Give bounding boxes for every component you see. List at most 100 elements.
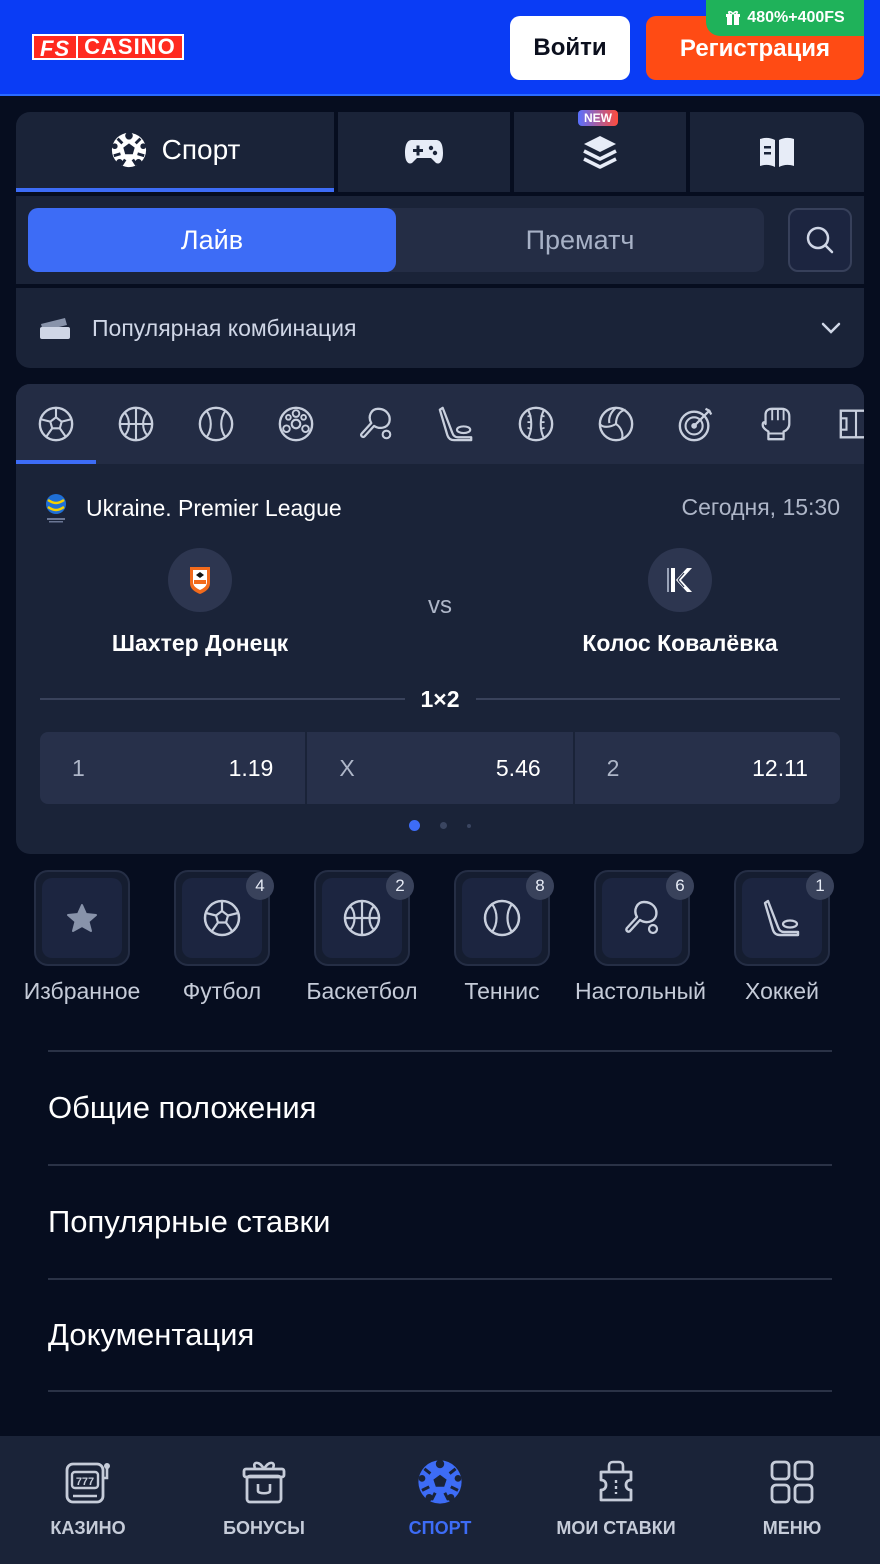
sport-tab-football[interactable] (16, 384, 96, 464)
category-favorites[interactable]: Избранное (12, 870, 152, 1005)
nav-bonuses[interactable]: БОНУСЫ (176, 1436, 352, 1564)
sport-tab-hockey[interactable] (416, 384, 496, 464)
football-icon (418, 1459, 462, 1504)
category-icon-box: 1 (734, 870, 834, 966)
star-icon (67, 904, 97, 932)
volleyball-icon (598, 406, 634, 442)
football-icon (38, 406, 74, 442)
table-tennis-icon (625, 900, 659, 935)
footer-link-documentation[interactable]: Документация (48, 1278, 832, 1392)
table-tennis-icon (360, 407, 392, 440)
tab-new[interactable]: NEW (514, 110, 686, 192)
category-table-tennis[interactable]: 6 Настольный теннис (572, 870, 712, 1005)
tab-games[interactable] (338, 112, 510, 192)
gamepad-icon (405, 140, 443, 164)
market-header: 1×2 (40, 684, 841, 714)
odd-key: 1 (72, 754, 85, 781)
nav-sport[interactable]: СПОРТ (352, 1436, 528, 1564)
nav-my-bets[interactable]: МОИ СТАВКИ (528, 1436, 704, 1564)
login-button[interactable]: Войти (510, 16, 630, 80)
category-hockey[interactable]: 1 Хоккей (712, 870, 852, 1005)
pagination-dot[interactable] (440, 822, 447, 829)
football-icon (203, 899, 241, 937)
chevron-down-icon[interactable] (820, 321, 842, 335)
footer-link-popular-bets[interactable]: Популярные ставки (48, 1164, 832, 1278)
category-icon-box: 8 (454, 870, 554, 966)
pagination-dot[interactable] (467, 823, 471, 828)
market-label: 1×2 (420, 685, 460, 712)
pagination-dot-active[interactable] (409, 820, 420, 831)
futsal-icon (278, 406, 314, 442)
league-logo-icon (46, 494, 66, 523)
hockey-icon (763, 899, 800, 937)
category-count-badge: 2 (386, 872, 414, 900)
baseball-icon (518, 406, 554, 442)
boxing-glove-icon (761, 407, 791, 441)
category-tennis[interactable]: 8 Теннис (432, 870, 572, 1005)
tennis-icon (483, 899, 521, 937)
nav-casino-label: КАЗИНО (50, 1518, 126, 1538)
sport-tab-futsal[interactable] (256, 384, 336, 464)
bonus-badge-text: 480%+400FS (747, 9, 845, 26)
sport-tab-field[interactable] (816, 384, 864, 464)
new-badge: NEW (578, 110, 618, 126)
fs-casino-logo[interactable]: FS CASINO (32, 34, 184, 61)
darts-icon (678, 407, 713, 442)
sport-categories: Избранное 4 Футбол 2 Баскетбол 8 Теннис … (0, 870, 880, 1010)
ticket-icon (599, 1460, 633, 1502)
nav-casino[interactable]: 777 КАЗИНО (0, 1436, 176, 1564)
match-time: Сегодня, 15:30 (681, 494, 840, 520)
sport-tab-darts[interactable] (656, 384, 736, 464)
odd-away-win[interactable]: 2 12.11 (574, 732, 840, 804)
nav-menu-label: МЕНЮ (762, 1518, 822, 1538)
mode-toggle: Лайв Прематч (28, 208, 764, 272)
sport-tab-basketball[interactable] (96, 384, 176, 464)
league-name: Ukraine. Premier League (86, 494, 342, 521)
svg-text:777: 777 (76, 1476, 94, 1488)
sport-tab-table-tennis[interactable] (336, 384, 416, 464)
category-label: Баскетбол (306, 978, 418, 1004)
category-count-badge: 8 (526, 872, 554, 900)
prematch-button[interactable]: Прематч (396, 208, 764, 272)
tab-sport[interactable]: Спорт (16, 112, 334, 192)
grid-icon (770, 1460, 814, 1504)
away-team[interactable]: Колос Ковалёвка (540, 548, 820, 657)
popular-combination[interactable]: Популярная комбинация (16, 288, 864, 368)
footer-link-general-terms[interactable]: Общие положения (48, 1050, 832, 1164)
sport-tab-boxing[interactable] (736, 384, 816, 464)
nav-menu[interactable]: МЕНЮ (704, 1436, 880, 1564)
sport-tab-volleyball[interactable] (576, 384, 656, 464)
category-basketball[interactable]: 2 Баскетбол (292, 870, 432, 1005)
odd-draw[interactable]: X 5.46 (307, 732, 573, 804)
gift-icon (726, 10, 741, 25)
category-football[interactable]: 4 Футбол (152, 870, 292, 1005)
mode-switch-row: Лайв Прематч (16, 196, 864, 284)
hockey-icon (438, 406, 473, 442)
divider (40, 698, 405, 700)
nav-bonuses-label: БОНУСЫ (223, 1518, 305, 1538)
active-sport-indicator (16, 460, 96, 464)
basketball-icon (118, 406, 154, 442)
category-icon-box: 2 (314, 870, 414, 966)
book-icon (760, 137, 794, 167)
section-tabs: Спорт NEW (16, 110, 864, 192)
layers-icon (583, 136, 617, 169)
category-label: Теннис (464, 978, 540, 1004)
sport-tab-baseball[interactable] (496, 384, 576, 464)
sport-tab-tennis[interactable] (176, 384, 256, 464)
category-label: Настольный теннис (575, 978, 709, 1004)
search-button[interactable] (788, 208, 852, 272)
odd-home-win[interactable]: 1 1.19 (40, 732, 306, 804)
category-label: Футбол (182, 978, 262, 1004)
kolos-logo-icon (667, 568, 692, 592)
tab-rules[interactable] (690, 112, 864, 192)
match-league: Ukraine. Premier League (44, 492, 342, 524)
live-button[interactable]: Лайв (28, 208, 396, 272)
footer-links: Общие положения Популярные ставки Докуме… (48, 1050, 832, 1392)
bonus-badge[interactable]: 480%+400FS (706, 0, 864, 36)
basketball-icon (343, 899, 381, 937)
popular-combination-label: Популярная комбинация (92, 314, 357, 341)
away-team-logo (648, 548, 712, 612)
nav-my-bets-label: МОИ СТАВКИ (556, 1518, 676, 1538)
carousel-pagination (16, 820, 864, 831)
